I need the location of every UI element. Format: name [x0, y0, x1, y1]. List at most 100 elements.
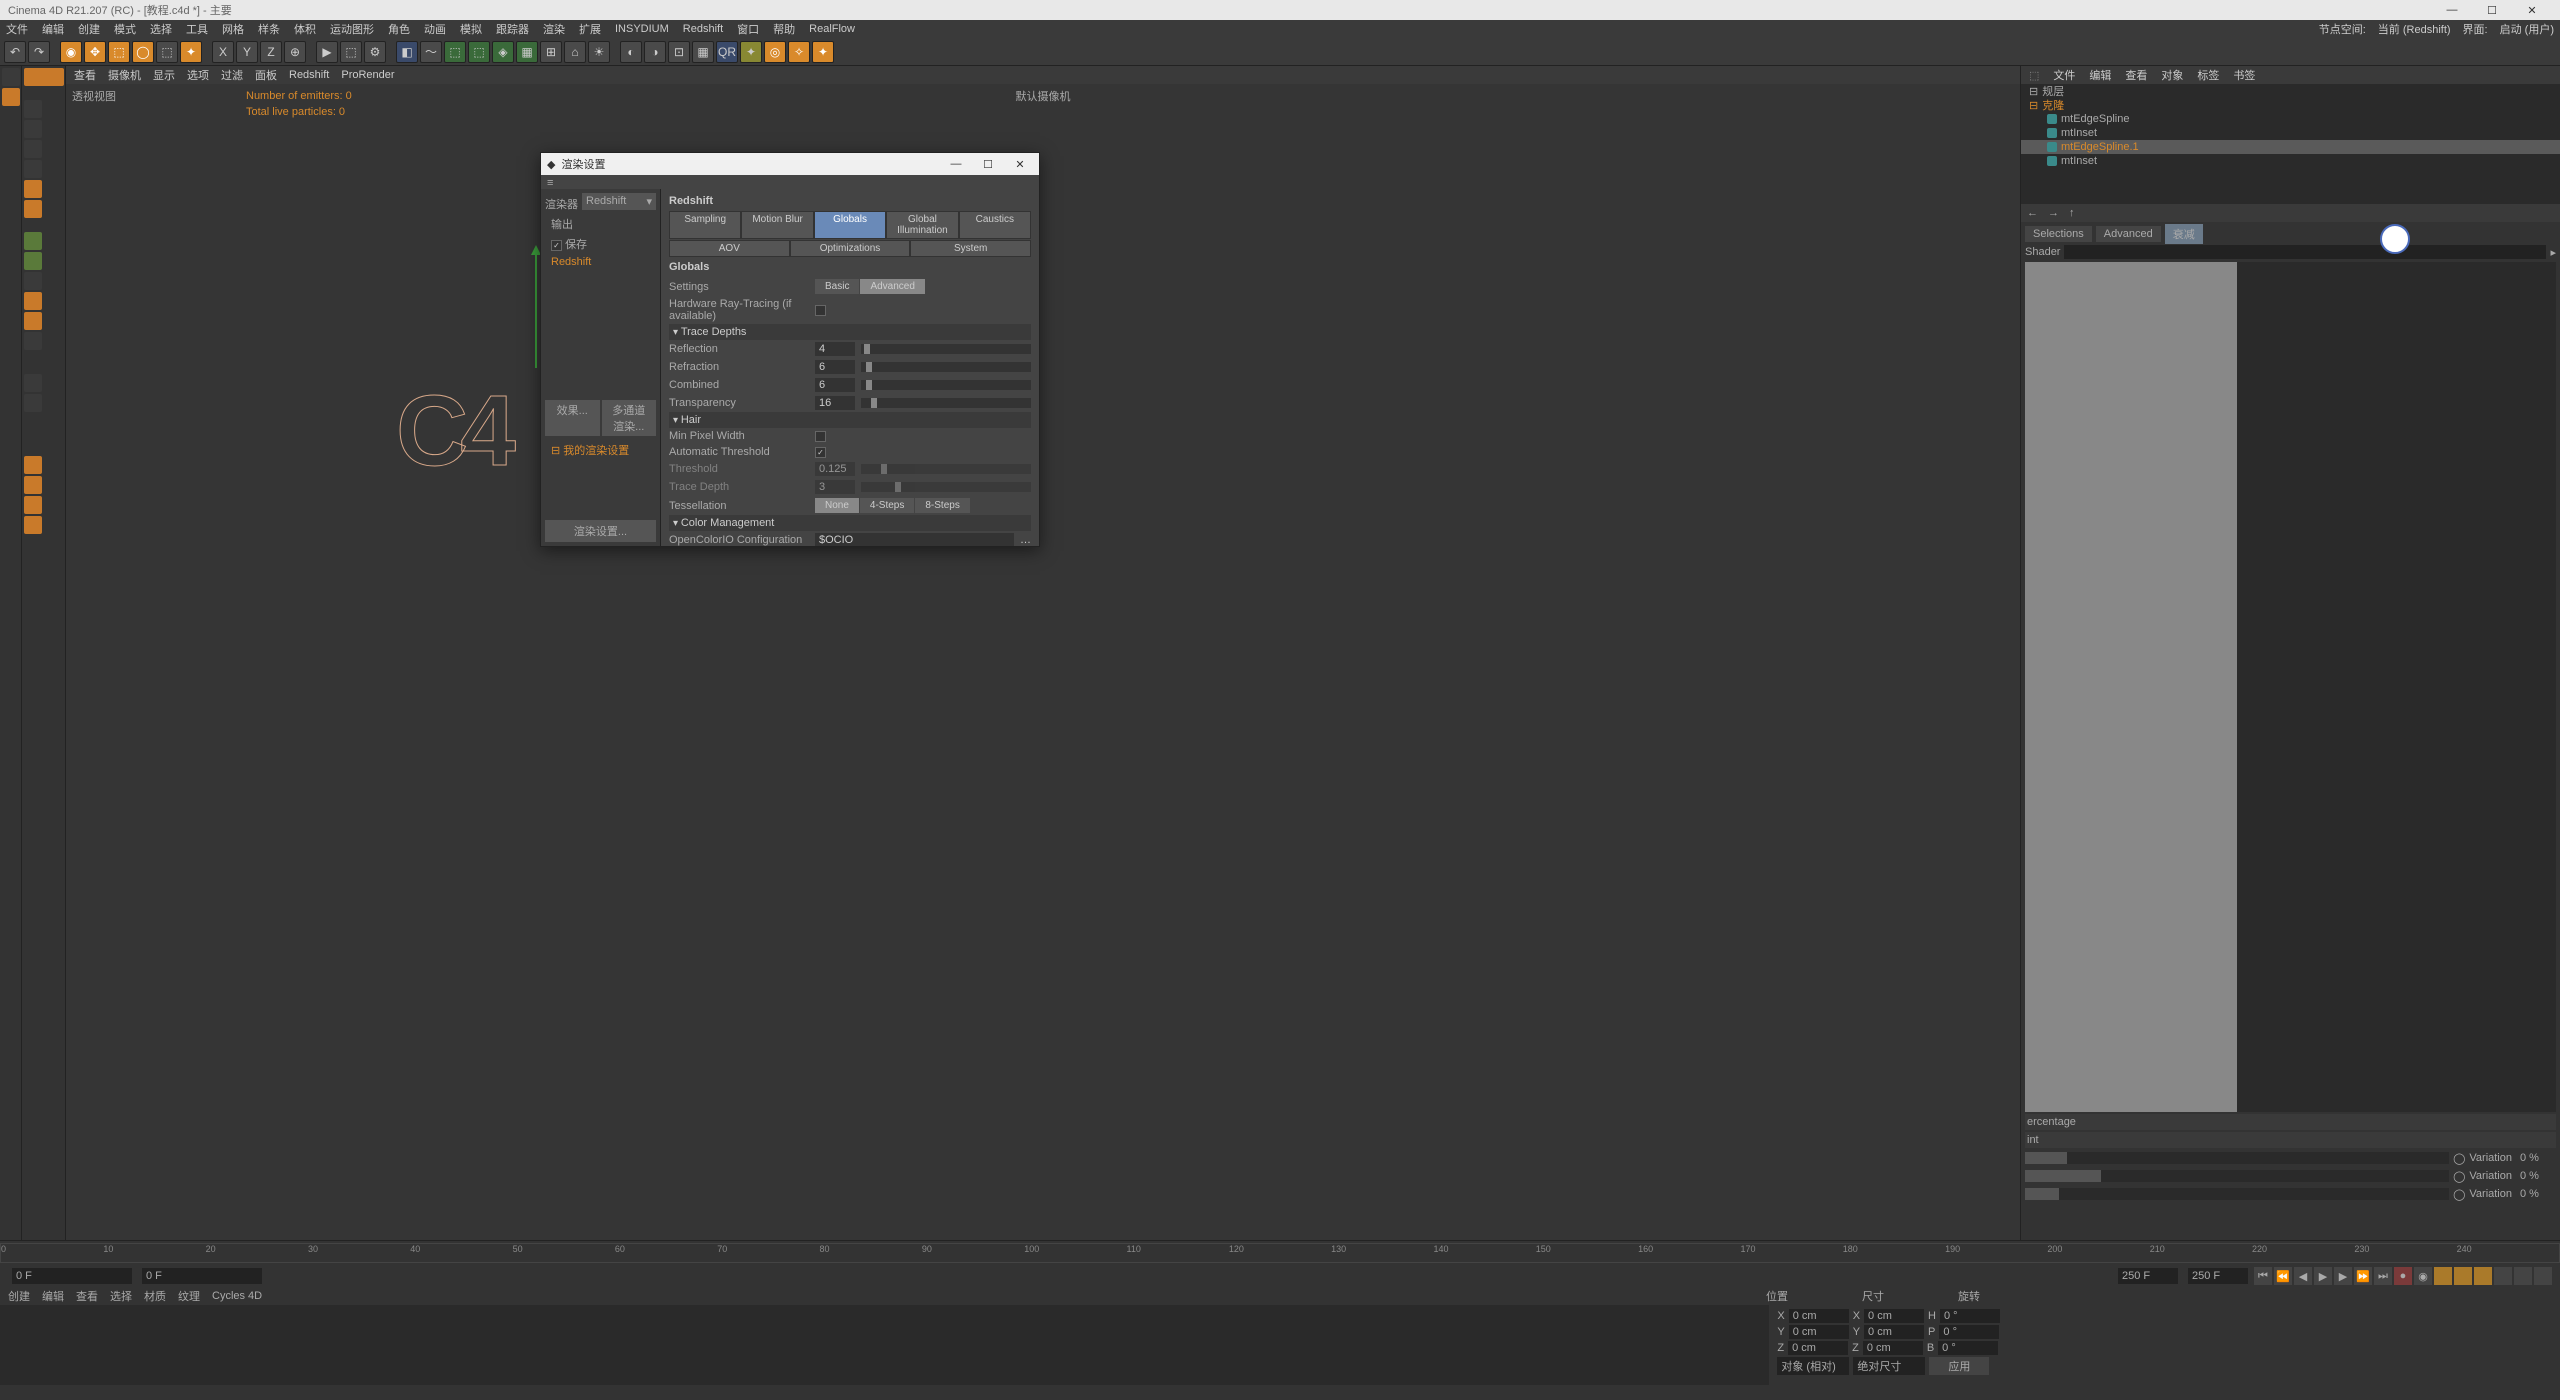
renderer-combo[interactable]: Redshift▾ [582, 193, 656, 210]
vp-menu[interactable]: 查看 [74, 67, 96, 83]
attr-tab[interactable]: Advanced [2096, 226, 2161, 242]
x-size[interactable]: 0 cm [1864, 1309, 1924, 1323]
autokey-icon[interactable]: ◉ [2414, 1267, 2432, 1285]
prev-key-icon[interactable]: ⏪ [2274, 1267, 2292, 1285]
transparency-value[interactable]: 16 [815, 396, 855, 410]
menu-item[interactable]: 模式 [114, 21, 136, 37]
variation-slider[interactable] [2025, 1170, 2449, 1182]
arrow-icon[interactable] [2, 68, 20, 86]
ocio-value[interactable]: $OCIO [815, 533, 1014, 546]
menu-item[interactable]: 角色 [388, 21, 410, 37]
vp-menu[interactable]: Redshift [289, 69, 329, 81]
vp-menu[interactable]: ProRender [341, 69, 394, 81]
snap2-icon[interactable] [24, 252, 42, 270]
variation-value[interactable]: 0 % [2516, 1169, 2556, 1183]
crosshair-icon[interactable] [24, 68, 64, 86]
dialog-close-icon[interactable]: ✕ [1007, 158, 1033, 171]
menu-item[interactable]: 跟踪器 [496, 21, 529, 37]
tess-4[interactable]: 4-Steps [860, 498, 914, 513]
mat-menu[interactable]: 查看 [76, 1288, 98, 1304]
vp-menu[interactable]: 选项 [187, 67, 209, 83]
rs-icon[interactable]: ◐ [620, 41, 642, 63]
key4-icon[interactable] [2494, 1267, 2512, 1285]
nodespace-value[interactable]: 当前 (Redshift) [2378, 21, 2451, 37]
key3-icon[interactable] [2474, 1267, 2492, 1285]
coord-icon[interactable]: ⊕ [284, 41, 306, 63]
menu-item[interactable]: 动画 [424, 21, 446, 37]
fx2-icon[interactable]: ◎ [764, 41, 786, 63]
om-menu[interactable]: 对象 [2161, 67, 2183, 83]
sel1-icon[interactable] [24, 456, 42, 474]
sidebar-output[interactable]: 输出 [545, 214, 656, 234]
menu-item[interactable]: 帮助 [773, 21, 795, 37]
vp-menu[interactable]: 过滤 [221, 67, 243, 83]
object-row[interactable]: mtInset [2021, 126, 2560, 140]
mat-menu[interactable]: 编辑 [42, 1288, 64, 1304]
menu-item[interactable]: 扩展 [579, 21, 601, 37]
end-frame2[interactable]: 250 F [2188, 1268, 2248, 1284]
menu-item[interactable]: 体积 [294, 21, 316, 37]
variation-slider[interactable] [2025, 1152, 2449, 1164]
end-frame[interactable]: 250 F [2118, 1268, 2178, 1284]
menu-item[interactable]: INSYDIUM [615, 23, 669, 35]
y-size[interactable]: 0 cm [1864, 1325, 1924, 1339]
menu-item[interactable]: 编辑 [42, 21, 64, 37]
camera-icon[interactable]: ⌂ [564, 41, 586, 63]
nav-back-icon[interactable]: ← [2027, 207, 2038, 219]
renderregion-icon[interactable]: ⬚ [340, 41, 362, 63]
deer-icon[interactable] [2380, 224, 2410, 254]
mat-menu[interactable]: 纹理 [178, 1288, 200, 1304]
transparency-slider[interactable] [861, 398, 1031, 408]
snap1-icon[interactable] [24, 232, 42, 250]
y-pos[interactable]: 0 cm [1789, 1325, 1849, 1339]
om-menu[interactable]: 查看 [2125, 67, 2147, 83]
render-settings-button[interactable]: 渲染设置... [545, 520, 656, 542]
hwrt-checkbox[interactable] [815, 305, 826, 316]
object-row[interactable]: mtInset [2021, 154, 2560, 168]
effects-button[interactable]: 效果... [545, 400, 600, 436]
x-pos[interactable]: 0 cm [1789, 1309, 1849, 1323]
reflection-value[interactable]: 4 [815, 342, 855, 356]
snap3-icon[interactable] [24, 272, 42, 290]
spline-icon[interactable]: ～ [420, 41, 442, 63]
play-icon[interactable]: ▶ [2314, 1267, 2332, 1285]
mat-menu[interactable]: 材质 [144, 1288, 166, 1304]
select-icon[interactable]: ◉ [60, 41, 82, 63]
deformer-icon[interactable]: ◈ [492, 41, 514, 63]
dialog-titlebar[interactable]: ◆ 渲染设置 — ☐ ✕ [541, 153, 1039, 175]
cube-icon[interactable]: ◧ [396, 41, 418, 63]
mat-menu[interactable]: 创建 [8, 1288, 30, 1304]
object-row[interactable]: ⊟克隆 [2021, 98, 2560, 112]
redo-icon[interactable]: ↷ [28, 41, 50, 63]
sel4-icon[interactable] [24, 516, 42, 534]
snap6-icon[interactable] [24, 332, 42, 350]
object-row[interactable]: mtEdgeSpline [2021, 112, 2560, 126]
menu-item[interactable]: 模拟 [460, 21, 482, 37]
zaxis-icon[interactable]: Z [260, 41, 282, 63]
close-btn[interactable]: ✕ [2512, 4, 2552, 17]
environment-icon[interactable]: ⊞ [540, 41, 562, 63]
variation-value[interactable]: 0 % [2516, 1151, 2556, 1165]
dialog-maximize-icon[interactable]: ☐ [975, 158, 1001, 171]
y-axis-gizmo[interactable] [535, 248, 537, 368]
tab-sampling[interactable]: Sampling [669, 211, 741, 239]
om-menu[interactable]: 标签 [2197, 67, 2219, 83]
sidebar-save[interactable]: 保存 [545, 234, 656, 254]
shader-field[interactable] [2064, 245, 2546, 259]
menu-item[interactable]: 样条 [258, 21, 280, 37]
menu-item[interactable]: 选择 [150, 21, 172, 37]
fx4-icon[interactable]: ✦ [812, 41, 834, 63]
trace-depths-header[interactable]: ▾ Trace Depths [669, 324, 1031, 340]
vp-menu[interactable]: 摄像机 [108, 67, 141, 83]
b-rot[interactable]: 0 ° [1938, 1341, 1998, 1355]
menu-item[interactable]: 工具 [186, 21, 208, 37]
mat-menu[interactable]: 选择 [110, 1288, 132, 1304]
menu-item[interactable]: 创建 [78, 21, 100, 37]
nav-up-icon[interactable]: ↑ [2069, 207, 2075, 219]
autothresh-checkbox[interactable] [815, 447, 826, 458]
refraction-value[interactable]: 6 [815, 360, 855, 374]
object-row[interactable]: mtEdgeSpline.1 [2021, 140, 2560, 154]
tab-globals[interactable]: Globals [814, 211, 886, 239]
tab-caustics[interactable]: Caustics [959, 211, 1031, 239]
variation-value[interactable]: 0 % [2516, 1187, 2556, 1201]
